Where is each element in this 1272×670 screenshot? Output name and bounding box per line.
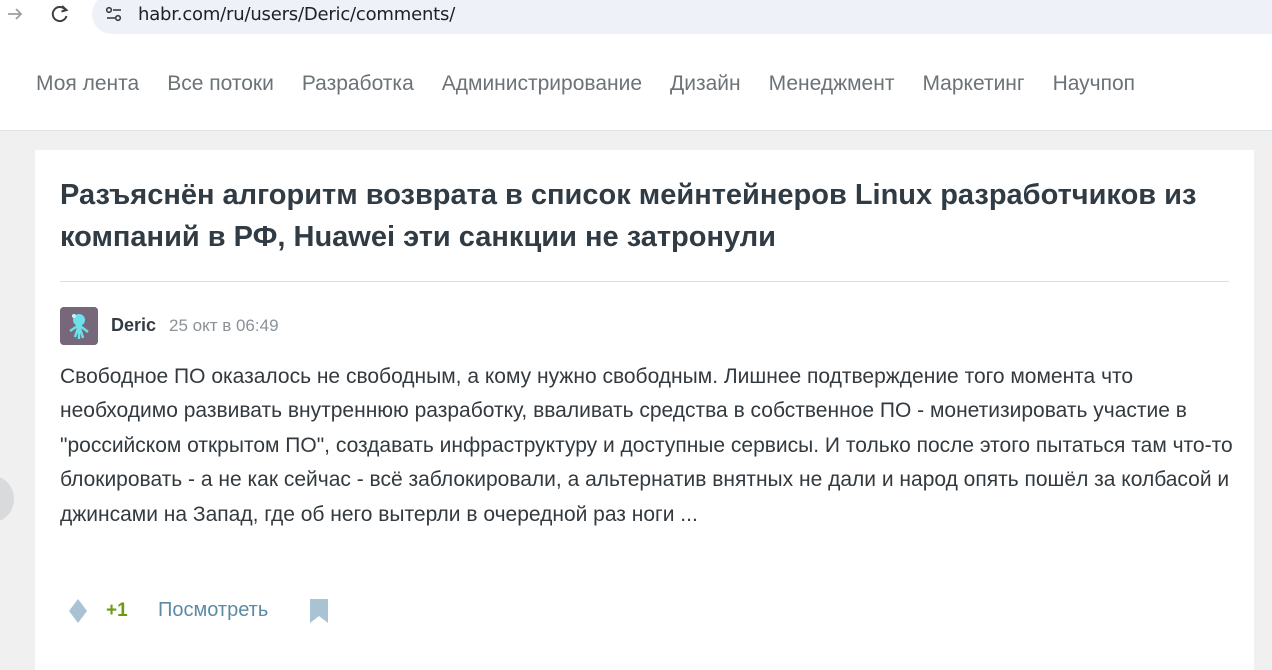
reload-icon[interactable] xyxy=(47,2,73,26)
comment-score: +1 xyxy=(106,600,128,621)
side-scroll-button[interactable] xyxy=(0,476,14,522)
comment-date[interactable]: 25 окт в 06:49 xyxy=(169,316,279,336)
nav-item-my-feed[interactable]: Моя лента xyxy=(36,72,139,96)
avatar[interactable] xyxy=(60,307,98,345)
nav-item-management[interactable]: Менеджмент xyxy=(769,72,895,96)
nav-item-popular-science[interactable]: Научпоп xyxy=(1053,72,1135,96)
comment-card: Разъяснён алгоритм возврата в список мей… xyxy=(35,150,1254,670)
url-text[interactable]: habr.com/ru/users/Deric/comments/ xyxy=(138,4,455,25)
nav-item-marketing[interactable]: Маркетинг xyxy=(922,72,1024,96)
author-name[interactable]: Deric xyxy=(111,315,156,336)
nav-item-administration[interactable]: Администрирование xyxy=(442,72,642,96)
comment-text: Свободное ПО оказалось не свободным, а к… xyxy=(60,365,1233,526)
nav-item-all-streams[interactable]: Все потоки xyxy=(167,72,274,96)
top-navigation: Моя лента Все потоки Разработка Администрир… xyxy=(0,42,1272,131)
nav-item-design[interactable]: Дизайн xyxy=(670,72,741,96)
site-settings-icon[interactable] xyxy=(104,4,124,24)
vote-diamond-icon[interactable] xyxy=(68,598,88,624)
bookmark-icon[interactable] xyxy=(308,598,330,624)
divider xyxy=(60,281,1229,282)
article-title[interactable]: Разъяснён алгоритм возврата в список мей… xyxy=(60,174,1230,258)
browser-toolbar: habr.com/ru/users/Deric/comments/ xyxy=(0,0,1272,42)
forward-arrow-icon[interactable] xyxy=(2,2,28,26)
view-comment-link[interactable]: Посмотреть xyxy=(158,599,268,622)
nav-item-development[interactable]: Разработка xyxy=(302,72,414,96)
